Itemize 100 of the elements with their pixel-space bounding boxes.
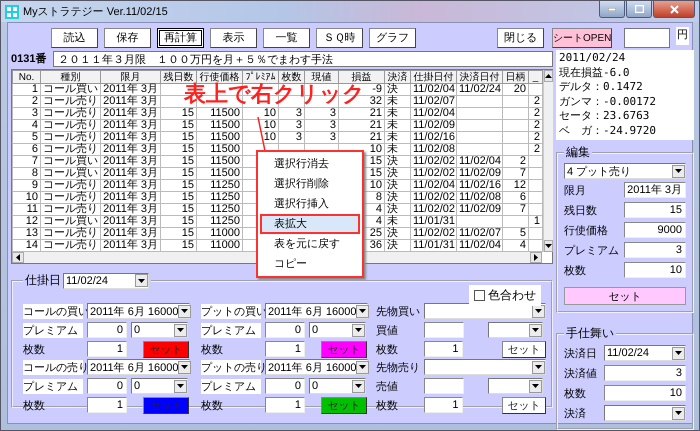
field-label: 残日数 (564, 204, 597, 218)
field-label: 決済値 (564, 366, 597, 380)
field-label: 枚数 (564, 386, 586, 400)
table-cell: 2 (534, 107, 540, 119)
table-cell: 2011年 3月 (103, 143, 158, 155)
table-cell: 12 (26, 215, 38, 227)
table-cell: 2011年 3月 (103, 119, 158, 131)
table-cell: 8 (376, 191, 382, 203)
table-cell: 未 (387, 131, 398, 143)
table-cell: 決 (387, 167, 398, 179)
table-cell: 11250 (210, 191, 240, 203)
table-cell: 15 (182, 131, 194, 143)
summary-line: デルタ：0.1472 (559, 80, 644, 94)
field-label: プレミアム (201, 378, 261, 394)
table-cell: 2011年 3月 (103, 95, 158, 107)
table-cell: 2 (534, 95, 540, 107)
table-cell: 2011年 3月 (103, 203, 158, 215)
table-cell: 10 (264, 107, 276, 119)
table-cell: 2 (534, 131, 540, 143)
table-cell: 11/02/09 (459, 203, 502, 215)
table-cell: 11/02/04 (459, 239, 502, 251)
field-label: 枚数 (201, 398, 224, 412)
annotation-text: 表上で右クリック (184, 83, 365, 107)
table-cell: コール売り (43, 227, 98, 239)
table-cell: 14 (26, 239, 38, 251)
table-cell: 11/02/07 (413, 95, 456, 107)
table-cell: 未 (387, 215, 398, 227)
field-label: 限月 (564, 184, 586, 198)
table-cell: 15 (182, 203, 194, 215)
summary-line: 2011/02/24 (559, 51, 626, 66)
panel-title: 仕掛日 (25, 272, 61, 289)
table-cell: 7 (520, 167, 526, 179)
field-label: 枚数 (201, 342, 224, 356)
table-cell: 11250 (210, 215, 240, 227)
table-cell: 5 (520, 227, 526, 239)
field-label: プレミアム (564, 244, 619, 258)
table-cell: 2011年 3月 (103, 155, 158, 167)
field-label: 買値 (376, 324, 399, 338)
table-cell: 11250 (210, 179, 240, 191)
table-cell: 2 (32, 95, 38, 107)
table-cell: 11500 (210, 155, 240, 167)
table-cell: 7 (520, 203, 526, 215)
summary-line: セータ：23.6763 (559, 109, 650, 124)
table-cell: 11/02/04 (413, 107, 456, 119)
field-label: プレミアム (23, 322, 83, 338)
table-cell: 3 (330, 107, 336, 119)
table-cell: コール売り (43, 203, 98, 215)
table-cell: 32 (370, 95, 382, 107)
table-cell: 10 (370, 179, 382, 191)
table-cell: コール買い (43, 215, 98, 227)
table-cell: 11/02/02 (413, 203, 456, 215)
table-cell: 3 (296, 107, 302, 119)
table-cell: 11000 (210, 227, 240, 239)
summary-line: ガンマ：-0.00172 (559, 94, 657, 109)
table-cell: 7 (32, 155, 38, 167)
table-cell: 決 (387, 179, 398, 191)
table-cell: 11/02/16 (413, 131, 456, 143)
table-cell: コール買い (43, 155, 98, 167)
field-label: 枚数 (23, 342, 46, 356)
table-cell: 15 (370, 167, 382, 179)
table-cell: 未 (387, 107, 398, 119)
table-cell: 11/02/08 (459, 191, 502, 203)
table-cell: コール売り (43, 179, 98, 191)
table-cell: 36 (370, 239, 382, 251)
table-cell: 2011年 3月 (103, 83, 158, 95)
table-cell: 15 (182, 155, 194, 167)
table-cell: 11/02/04 (413, 83, 456, 95)
table-cell: 11/02/02 (413, 191, 456, 203)
table-cell: 2011年 3月 (103, 179, 158, 191)
table-cell: 15 (182, 239, 194, 251)
table-cell: 未 (387, 95, 398, 107)
panel-title: 編集 (565, 144, 591, 161)
table-cell: 決 (387, 191, 398, 203)
table-cell: 11/01/31 (413, 215, 456, 227)
table-cell: コール売り (43, 107, 98, 119)
table-cell: -9 (372, 83, 382, 95)
table-cell: コール買い (43, 83, 98, 95)
table-cell: 決 (387, 203, 398, 215)
table-cell: コール売り (43, 95, 98, 107)
field-label: 決済日 (564, 346, 597, 360)
table-cell: 10 (26, 191, 38, 203)
table-cell: 21 (370, 131, 382, 143)
field-label: 決済 (564, 406, 586, 420)
table-cell: 決 (387, 155, 398, 167)
panel-title: 手仕舞い (565, 325, 615, 342)
field-label: 枚数 (376, 398, 399, 412)
table-cell: コール売り (43, 239, 98, 251)
table-cell: 5 (32, 131, 38, 143)
table-cell: 2011年 3月 (103, 107, 158, 119)
table-cell: 11/02/02 (413, 155, 456, 167)
table-cell: 決 (387, 83, 398, 95)
summary-line: ベ ガ：-24.9720 (559, 124, 657, 138)
table-cell: 3 (296, 131, 302, 143)
table-cell: 3 (32, 107, 38, 119)
table-cell: 11/02/09 (413, 119, 456, 131)
table-cell: 決 (387, 227, 398, 239)
table-cell: 8 (32, 167, 38, 179)
section-title: 先物売り (376, 360, 420, 374)
table-cell: 4 (520, 239, 526, 251)
table-cell: 11/02/02 (413, 227, 456, 239)
